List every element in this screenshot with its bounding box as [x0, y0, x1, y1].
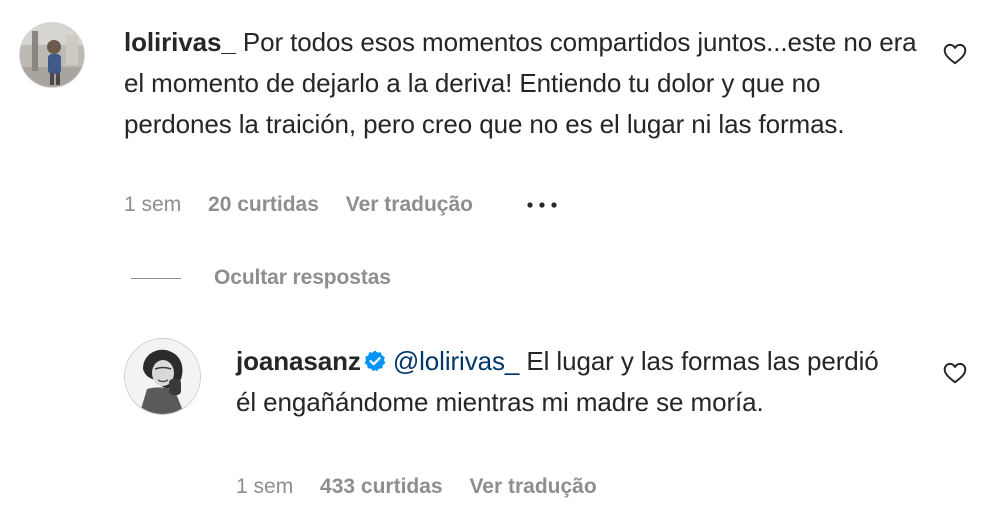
heart-outline-icon[interactable] — [942, 41, 968, 67]
reply-mention[interactable]: @lolirivas_ — [393, 346, 520, 376]
reply-body: joanasanz @lolirivas_ El lugar y las for… — [236, 341, 896, 423]
see-translation-button[interactable]: Ver tradução — [346, 191, 473, 219]
comment-username[interactable]: lolirivas_ — [124, 27, 236, 57]
avatar[interactable] — [124, 338, 201, 415]
comment-likes[interactable]: 20 curtidas — [208, 191, 319, 219]
reply-time[interactable]: 1 sem — [236, 473, 293, 501]
avatar-photo — [20, 23, 84, 87]
verified-badge-icon — [364, 350, 386, 372]
comment-meta: 1 sem 20 curtidas Ver tradução — [124, 191, 473, 219]
comment-text: Por todos esos momentos compartidos junt… — [124, 27, 917, 139]
comment-body: lolirivas_ Por todos esos momentos compa… — [124, 22, 924, 145]
more-horizontal-icon[interactable] — [524, 195, 560, 215]
avatar[interactable] — [19, 22, 85, 88]
reply-likes[interactable]: 433 curtidas — [320, 473, 443, 501]
hide-replies-button[interactable]: Ocultar respostas — [131, 263, 391, 293]
avatar-photo — [125, 339, 200, 414]
heart-outline-icon[interactable] — [942, 360, 968, 386]
hide-replies-label: Ocultar respostas — [214, 266, 391, 289]
replies-divider — [131, 277, 181, 279]
comment-time[interactable]: 1 sem — [124, 191, 181, 219]
see-translation-button[interactable]: Ver tradução — [469, 473, 596, 501]
reply-username[interactable]: joanasanz — [236, 346, 361, 376]
reply-meta: 1 sem 433 curtidas Ver tradução — [236, 473, 597, 501]
